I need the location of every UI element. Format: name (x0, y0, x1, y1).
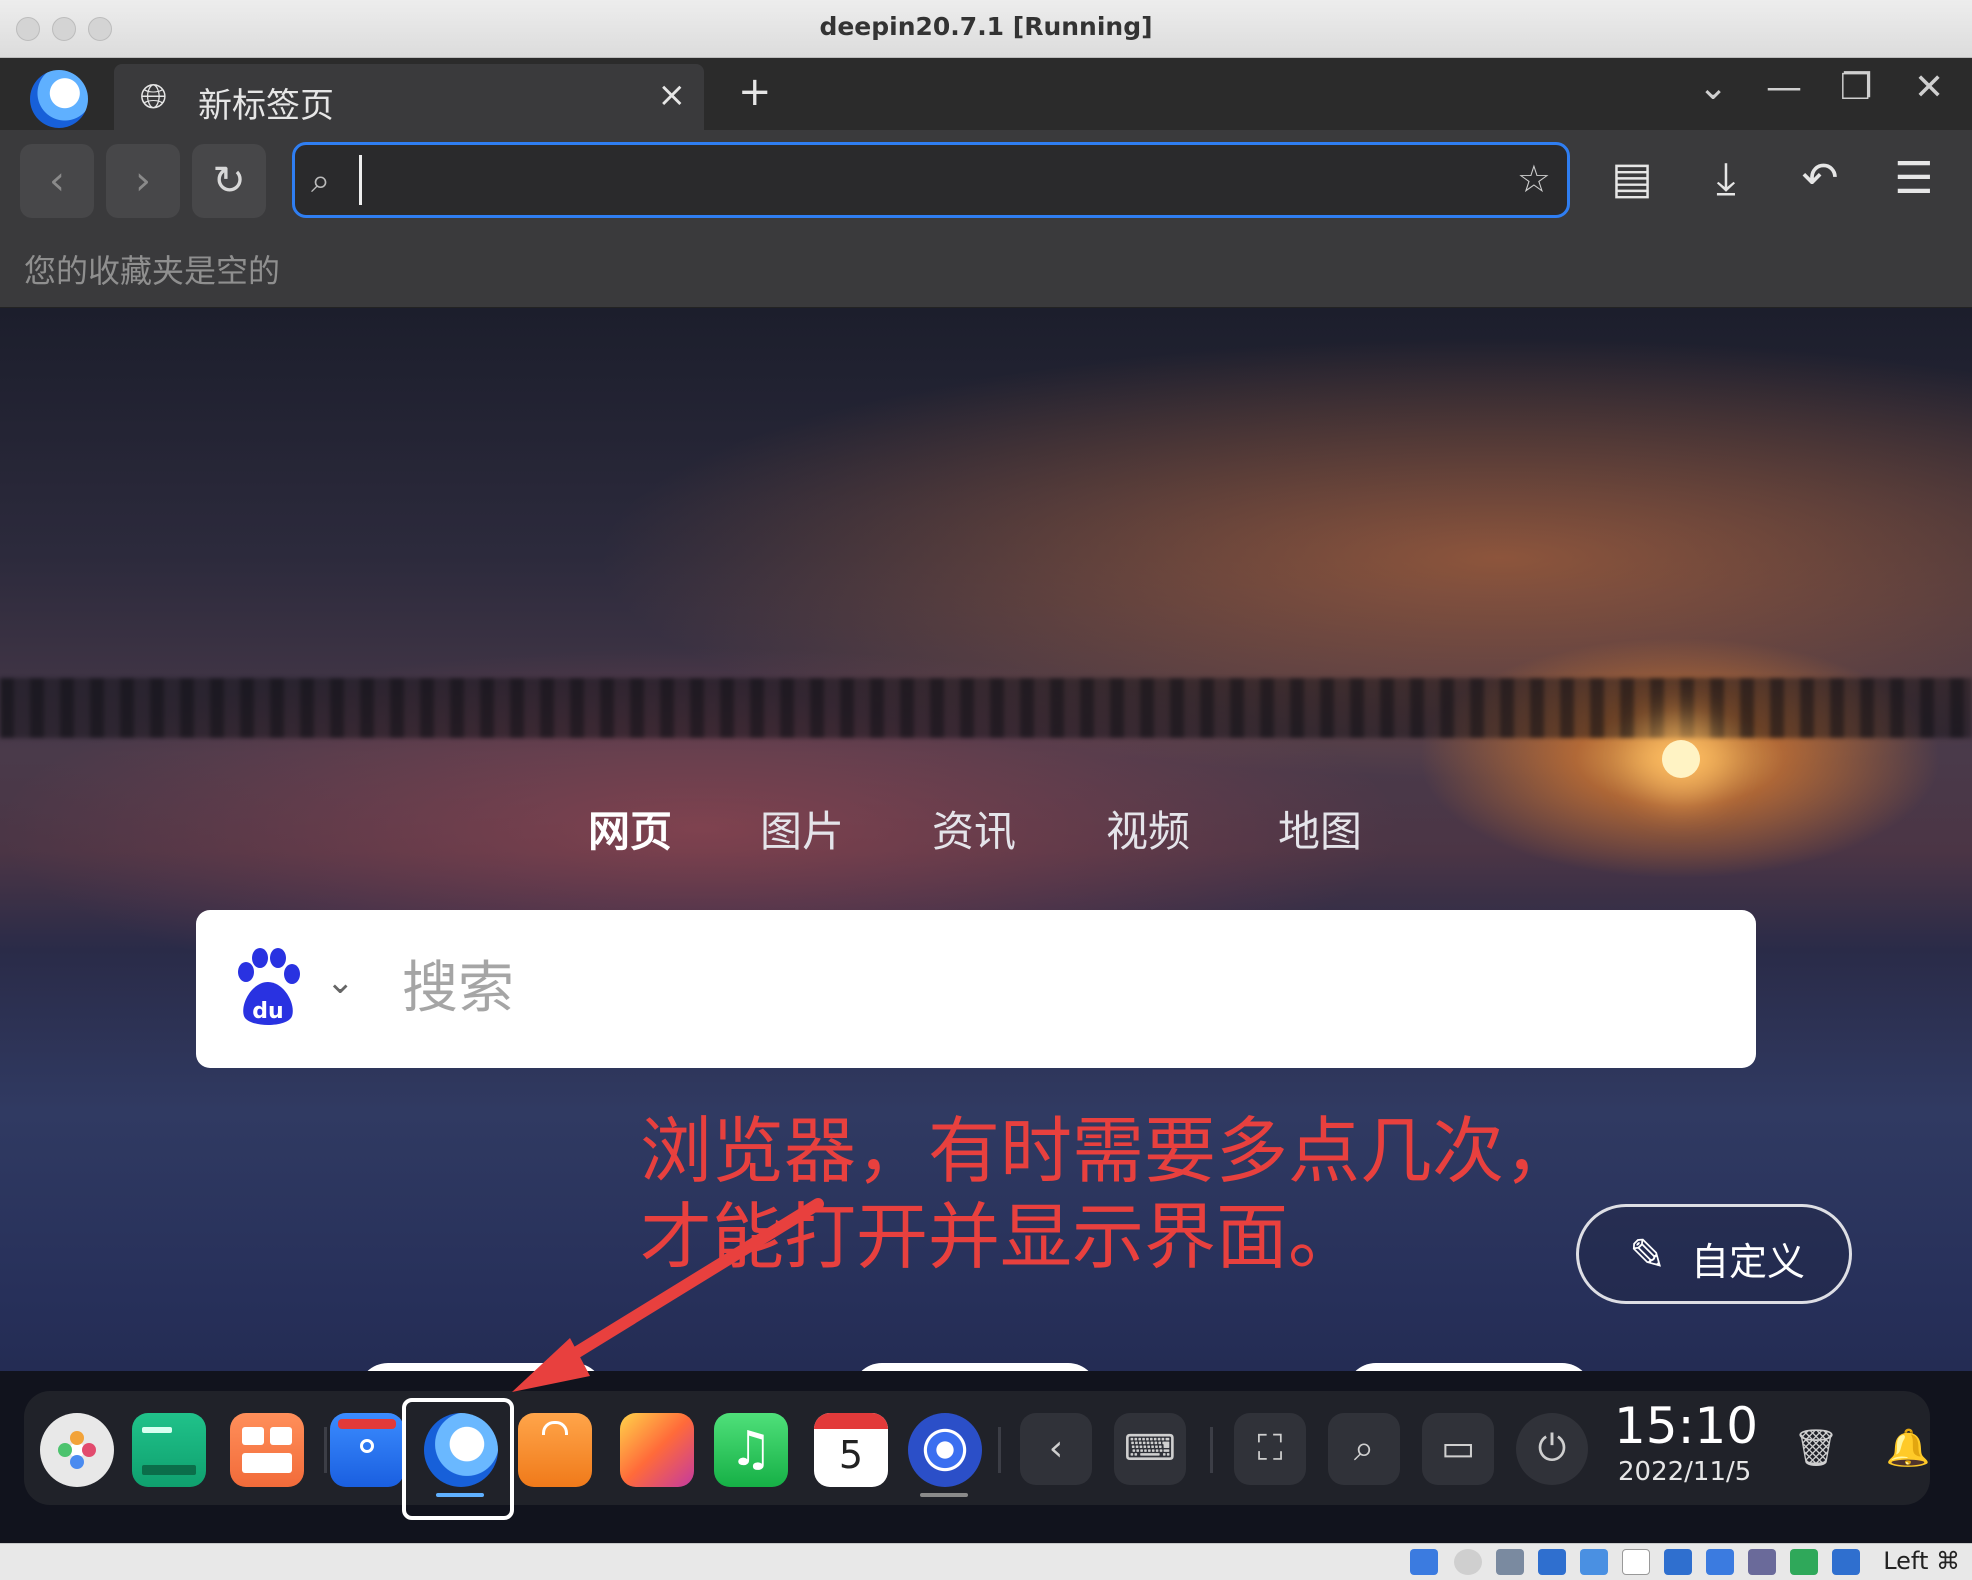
browser-logo-icon[interactable] (30, 70, 88, 128)
address-input[interactable] (359, 155, 1459, 205)
vm-status-bar: Left ⌘ (0, 1543, 1972, 1580)
dock: ♫ 5 ‹ ⌨ ⛶ ⌕ ▭ ⏻ 15:10 2022/11/5 🗑 🔔 (24, 1391, 1930, 1505)
clock-time[interactable]: 15:10 (1614, 1397, 1758, 1455)
power-icon[interactable]: ⏻ (1516, 1413, 1588, 1485)
search-icon: ⌕ (311, 161, 331, 201)
tab-new-tab[interactable]: 🌐︎ 新标签页 × (114, 64, 704, 130)
shared-folders-icon[interactable] (1622, 1549, 1650, 1575)
storage-icon[interactable] (1496, 1549, 1524, 1575)
new-tab-page: 网页 图片 资讯 视频 地图 du ⌄ ✎ (0, 308, 1972, 1543)
dock-separator (998, 1427, 1001, 1473)
background-sun (1662, 740, 1700, 778)
trash-icon[interactable]: 🗑 (1780, 1413, 1852, 1485)
calendar-day: 5 (838, 1433, 864, 1477)
address-bar[interactable]: ⌕ ☆ (292, 142, 1570, 218)
mouse-integration-icon[interactable] (1832, 1549, 1860, 1575)
bookmarks-bar: 您的收藏夹是空的 (0, 230, 1972, 308)
search-tab-images[interactable]: 图片 (760, 798, 844, 859)
new-tab-button[interactable]: + (738, 72, 772, 112)
search-box: du ⌄ (196, 910, 1756, 1068)
collections-icon[interactable]: ▤ (1602, 154, 1662, 204)
keyboard-icon[interactable]: ⌨ (1114, 1413, 1186, 1485)
red-annotation: 浏览器，有时需要多点几次， 才能打开并显示界面。 (640, 1108, 1576, 1280)
customize-label: 自定义 (1691, 1240, 1806, 1284)
virtualbox-window: deepin20.7.1 [Running] 🌐︎ 新标签页 × + ⌄ — ❐… (0, 0, 1972, 1580)
onboard-keyboard-icon[interactable]: ▭ (1422, 1413, 1494, 1485)
audio-icon[interactable] (1410, 1549, 1438, 1575)
optical-drive-icon[interactable] (1454, 1549, 1482, 1575)
baidu-logo-text: du (252, 999, 283, 1024)
browser-window: 🌐︎ 新标签页 × + ⌄ — ❐ ✕ ‹ › ↻ ⌕ ☆ ▤ ⤓ ↶ ☰ 您的… (0, 58, 1972, 1543)
close-window-icon[interactable]: ✕ (1914, 70, 1944, 106)
back-button[interactable]: ‹ (20, 144, 94, 218)
window-title: deepin20.7.1 [Running] (819, 12, 1153, 41)
dock-area: ♫ 5 ‹ ⌨ ⛶ ⌕ ▭ ⏻ 15:10 2022/11/5 🗑 🔔 (0, 1371, 1972, 1543)
baidu-logo-icon[interactable]: du (232, 948, 304, 1028)
search-tab-video[interactable]: 视频 (1106, 798, 1190, 859)
dock-separator (1210, 1427, 1213, 1473)
launcher-icon[interactable] (40, 1413, 114, 1487)
multitask-view-icon[interactable] (230, 1413, 304, 1487)
forward-button[interactable]: › (106, 144, 180, 218)
tab-strip: 🌐︎ 新标签页 × + ⌄ — ❐ ✕ (0, 58, 1972, 130)
menu-icon[interactable]: ☰ (1884, 154, 1944, 204)
app-store-icon[interactable] (518, 1413, 592, 1487)
calendar-icon[interactable]: 5 (814, 1413, 888, 1487)
mac-titlebar: deepin20.7.1 [Running] (0, 0, 1972, 58)
music-icon[interactable]: ♫ (714, 1413, 788, 1487)
host-key-label: Left ⌘ (1883, 1547, 1960, 1575)
highlight-box (402, 1398, 514, 1520)
bookmarks-empty-text: 您的收藏夹是空的 (24, 252, 281, 290)
search-input[interactable] (402, 936, 1702, 1040)
search-tab-news[interactable]: 资讯 (932, 798, 1016, 859)
collapse-tray-icon[interactable]: ‹ (1020, 1413, 1092, 1485)
control-center-icon[interactable] (908, 1413, 982, 1487)
tab-list-dropdown-icon[interactable]: ⌄ (1698, 70, 1728, 106)
running-indicator (920, 1493, 968, 1497)
guest-additions-icon[interactable] (1790, 1549, 1818, 1575)
browser-toolbar: ‹ › ↻ ⌕ ☆ ▤ ⤓ ↶ ☰ (0, 130, 1972, 230)
display-icon[interactable] (1664, 1549, 1692, 1575)
dock-separator (324, 1427, 327, 1473)
restore-icon[interactable]: ❐ (1840, 70, 1872, 106)
search-icon[interactable]: ⌕ (1328, 1413, 1400, 1485)
download-icon[interactable]: ⤓ (1696, 154, 1756, 204)
search-tab-maps[interactable]: 地图 (1278, 798, 1362, 859)
usb-icon[interactable] (1580, 1549, 1608, 1575)
customize-button[interactable]: ✎ 自定义 (1576, 1204, 1852, 1304)
tab-title: 新标签页 (198, 86, 334, 126)
virtualization-icon[interactable] (1748, 1549, 1776, 1575)
background-treeline (0, 678, 1972, 738)
minimize-icon[interactable]: — (1766, 70, 1802, 106)
close-tab-icon[interactable]: × (658, 78, 687, 112)
reload-button[interactable]: ↻ (192, 144, 266, 218)
screenshot-icon[interactable]: ⛶ (1234, 1413, 1306, 1485)
terminal-icon[interactable] (132, 1413, 206, 1487)
engine-dropdown-icon[interactable]: ⌄ (326, 962, 355, 1002)
undo-icon[interactable]: ↶ (1790, 154, 1850, 204)
pencil-icon: ✎ (1629, 1230, 1666, 1281)
notifications-icon[interactable]: 🔔 (1872, 1413, 1944, 1485)
file-manager-icon[interactable] (330, 1413, 404, 1487)
annotation-line-2: 才能打开并显示界面。 (640, 1195, 1361, 1279)
image-viewer-icon[interactable] (620, 1413, 694, 1487)
annotation-line-1: 浏览器，有时需要多点几次， (640, 1109, 1577, 1193)
recording-icon[interactable] (1706, 1549, 1734, 1575)
bookmark-star-icon[interactable]: ☆ (1517, 159, 1551, 199)
network-icon[interactable] (1538, 1549, 1566, 1575)
globe-icon: 🌐︎ (140, 77, 168, 117)
search-tab-web[interactable]: 网页 (588, 798, 672, 859)
clock-date: 2022/11/5 (1618, 1457, 1752, 1487)
